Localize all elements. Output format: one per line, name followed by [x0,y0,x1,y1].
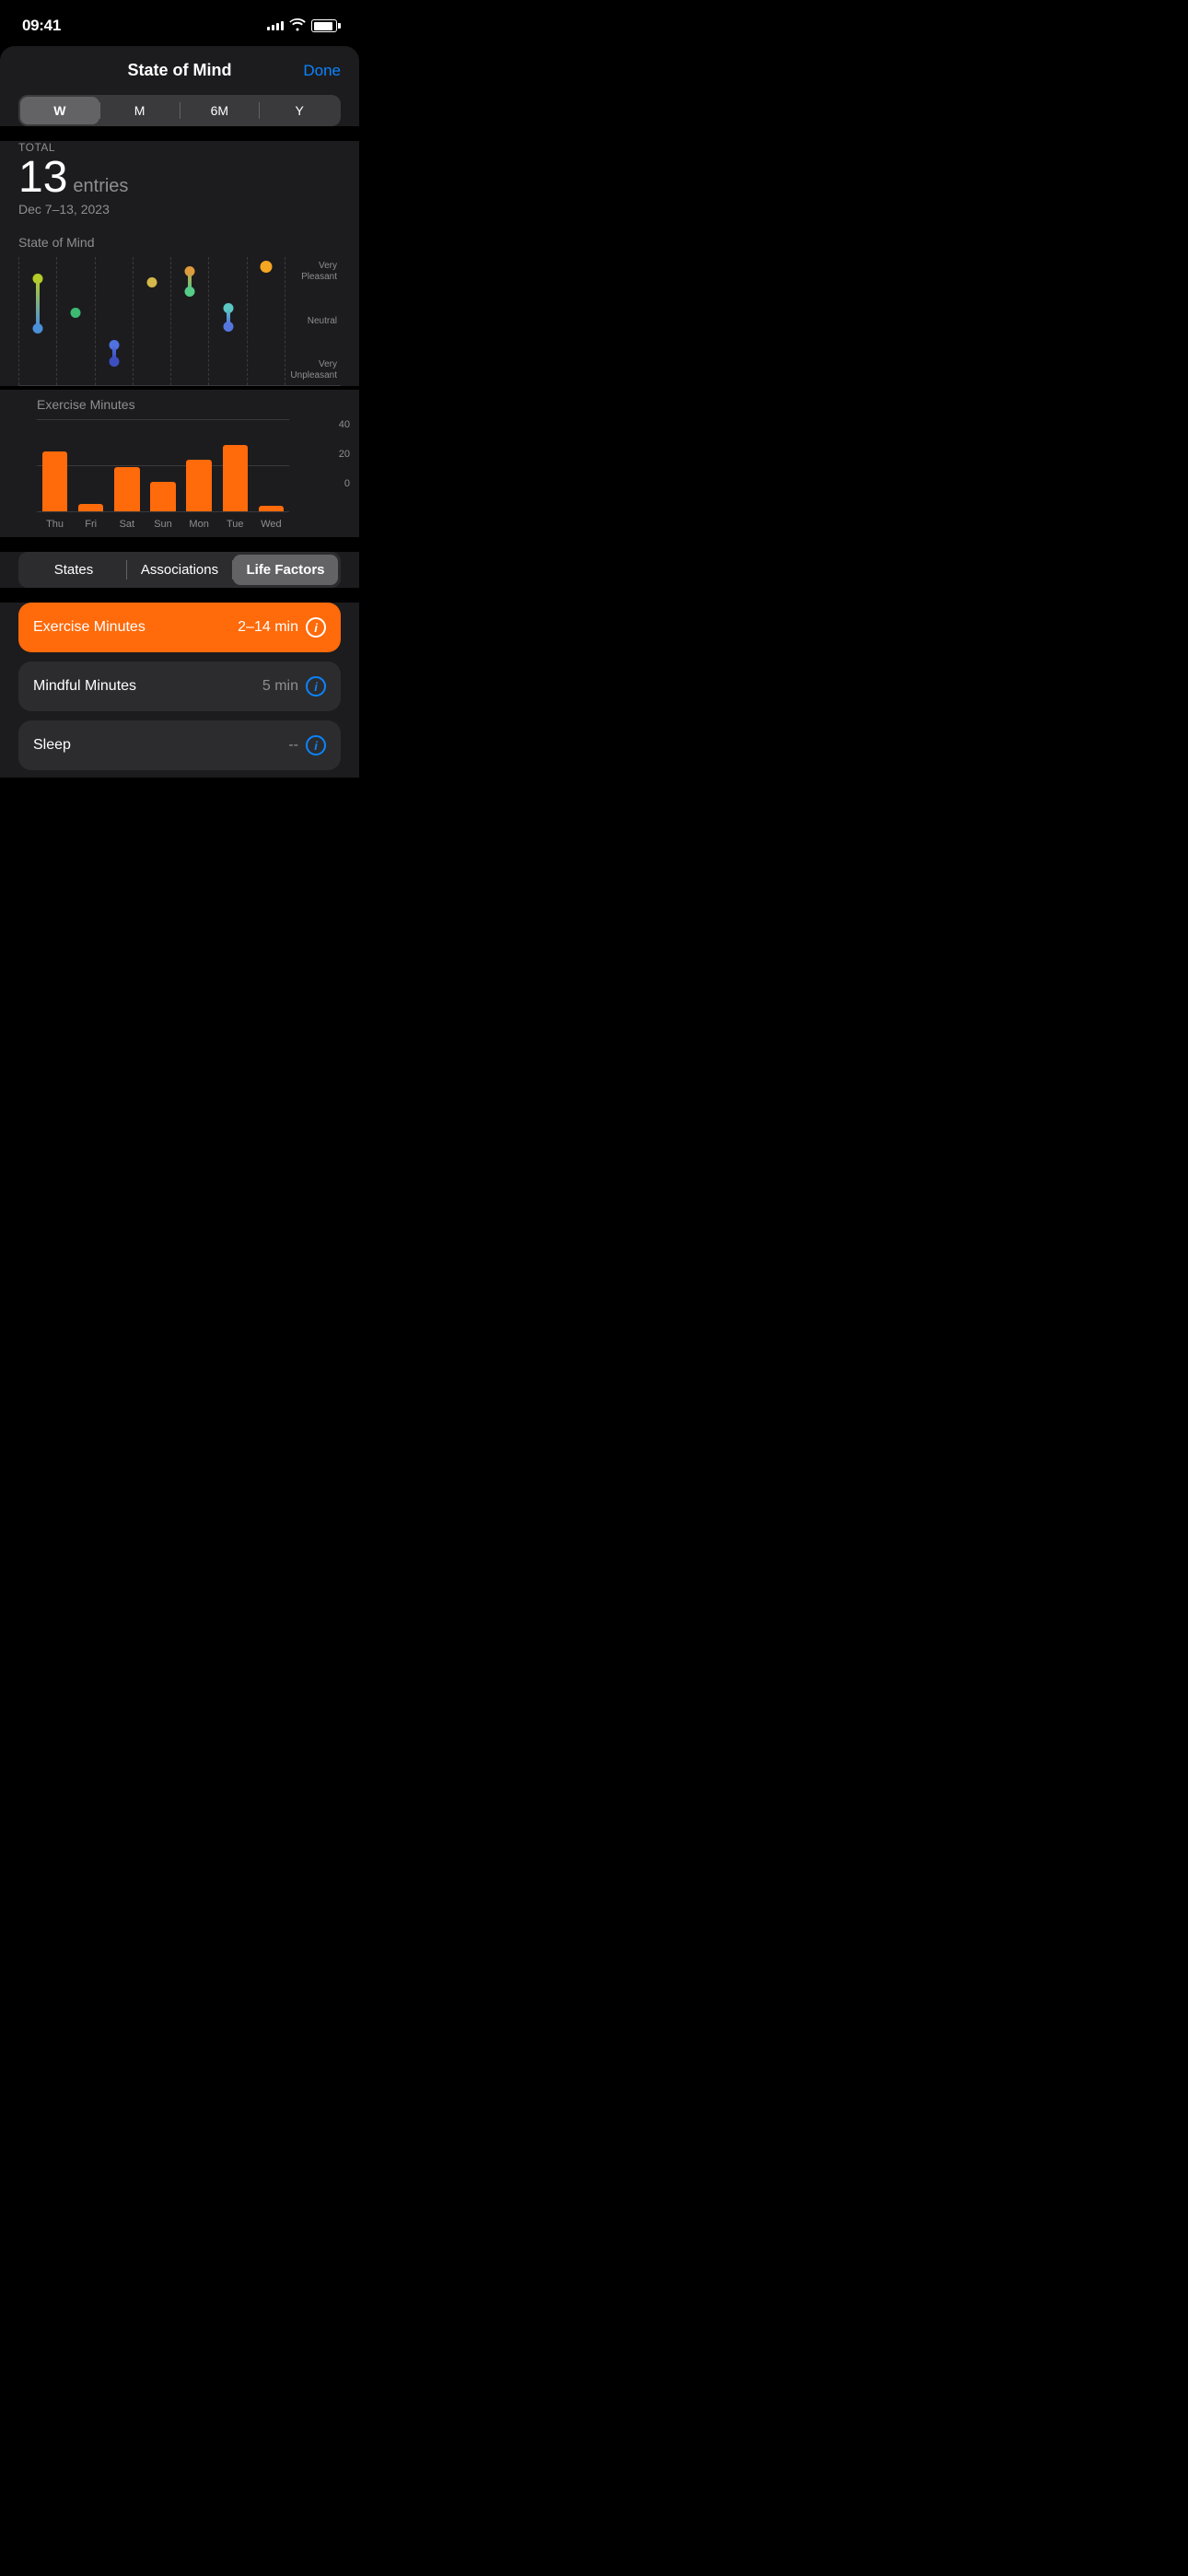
bar-sat-fill [114,467,139,511]
mind-chart: Very Pleasant Neutral Very Unpleasant [18,257,341,386]
factor-mindful-value: 5 min [262,678,298,695]
life-factors-list: Exercise Minutes 2–14 min i Mindful Minu… [0,603,359,778]
status-icons [267,18,337,34]
total-count-row: 13 entries [18,156,341,200]
day-mon: Mon [189,519,208,530]
factor-sleep[interactable]: Sleep -- i [18,720,341,770]
factor-exercise-value: 2–14 min [238,619,298,636]
mind-chart-grid [18,257,285,385]
segment-6month[interactable]: 6M [181,97,260,124]
signal-icon [267,21,284,30]
bar-thu [37,451,73,511]
mind-chart-y-labels: Very Pleasant Neutral Very Unpleasant [285,257,341,385]
day-sat: Sat [120,519,135,530]
y-label-20: 20 [339,449,350,460]
total-label: TOTAL [18,141,341,154]
factor-sleep-info[interactable]: i [306,735,326,755]
factor-sleep-right: -- i [288,735,326,755]
bar-tue [217,445,253,511]
y-label-0: 0 [344,478,350,489]
exercise-y-labels: 40 20 0 [339,419,350,489]
status-time: 09:41 [22,17,61,35]
date-range: Dec 7–13, 2023 [18,202,341,217]
tab-life-factors[interactable]: Life Factors [233,555,338,585]
col-sun [134,257,171,385]
header-row: State of Mind Done [18,61,341,80]
mind-chart-section: State of Mind [0,235,359,386]
tab-associations[interactable]: Associations [127,555,232,585]
x-label-thu: Thu [37,515,73,530]
bar-mon [181,460,217,511]
x-label-mon: Mon [181,515,217,530]
factor-sleep-value: -- [288,737,298,754]
day-tue: Tue [227,519,244,530]
main-scroll: State of Mind Done W M 6M Y TOTAL 13 ent… [0,46,359,778]
wifi-icon [289,18,306,34]
page-title: State of Mind [128,61,232,80]
y-label-neutral: Neutral [285,316,341,327]
factor-exercise-right: 2–14 min i [238,617,326,638]
stats-section: TOTAL 13 entries Dec 7–13, 2023 [0,141,359,235]
bar-mon-fill [186,460,211,511]
col-tue [209,257,247,385]
factor-exercise[interactable]: Exercise Minutes 2–14 min i [18,603,341,652]
day-thu: Thu [46,519,64,530]
segment-year[interactable]: Y [260,97,339,124]
bar-thu-fill [42,451,67,511]
col-thu [18,257,57,385]
life-factors-section: Exercise Minutes 2–14 min i Mindful Minu… [0,603,359,778]
bar-wed-fill [259,506,284,511]
day-sun: Sun [154,519,172,530]
y-label-very-pleasant: Very Pleasant [285,261,341,283]
segment-month[interactable]: M [100,97,180,124]
bar-sun-fill [150,482,175,511]
factor-mindful[interactable]: Mindful Minutes 5 min i [18,662,341,711]
exercise-chart-container: 40 20 0 [37,419,322,511]
bar-fri-fill [78,504,103,511]
factor-mindful-info[interactable]: i [306,676,326,697]
factor-mindful-name: Mindful Minutes [33,678,136,695]
segment-week[interactable]: W [20,97,99,124]
bar-sun [145,482,181,511]
x-label-wed: Wed [253,515,289,530]
x-label-sat: Sat [109,515,145,530]
factor-mindful-right: 5 min i [262,676,326,697]
tab-states[interactable]: States [21,555,126,585]
total-entries-label: entries [73,176,128,197]
y-label-very-unpleasant: Very Unpleasant [285,359,341,381]
total-count: 13 [18,156,67,200]
bar-fri [73,504,109,511]
day-wed: Wed [261,519,281,530]
bar-wed [253,506,289,511]
exercise-section: Exercise Minutes [0,390,359,537]
tabs-container-bg: States Associations Life Factors [0,552,359,588]
bar-tue-fill [223,445,248,511]
mind-chart-label: State of Mind [18,235,341,250]
x-label-fri: Fri [73,515,109,530]
factor-exercise-name: Exercise Minutes [33,619,146,636]
status-bar: 09:41 [0,0,359,46]
battery-icon [311,19,337,32]
col-fri [57,257,95,385]
col-wed [248,257,285,385]
x-label-sun: Sun [145,515,181,530]
factor-exercise-info[interactable]: i [306,617,326,638]
exercise-chart-bars [37,419,289,511]
col-sat [96,257,134,385]
x-label-tue: Tue [217,515,253,530]
bar-sat [109,467,145,511]
day-fri: Fri [85,519,97,530]
time-range-control: W M 6M Y [18,95,341,126]
header: State of Mind Done W M 6M Y [0,46,359,126]
hgrid-0 [37,511,289,512]
bottom-tabs: States Associations Life Factors [18,552,341,588]
exercise-chart-label: Exercise Minutes [37,397,322,412]
exercise-chart-wrapper-outer: Exercise Minutes [18,390,341,530]
factor-sleep-name: Sleep [33,737,71,754]
col-mon [171,257,209,385]
done-button[interactable]: Done [303,62,341,80]
y-label-40: 40 [339,419,350,430]
exercise-x-labels: Thu Fri Sat Sun Mon Tue Wed [37,515,322,530]
